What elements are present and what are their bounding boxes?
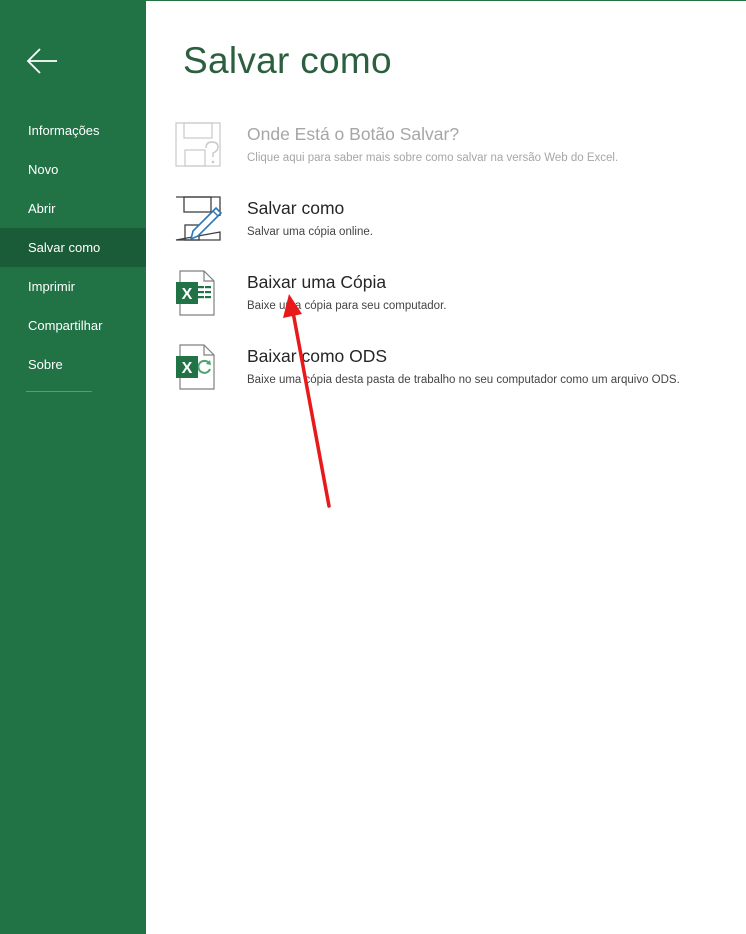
save-help-icon [175, 122, 221, 167]
backstage-sidebar: Informações Novo Abrir Salvar como Impri… [0, 0, 146, 934]
excel-file-icon: X [176, 270, 215, 316]
nav-divider [26, 391, 92, 392]
save-as-icon [175, 196, 223, 241]
svg-text:X: X [182, 286, 193, 303]
option-description: Baixe uma cópia para seu computador. [247, 300, 447, 312]
option-title: Baixar como ODS [247, 346, 388, 366]
option-download-ods[interactable]: X Baixar como ODS Baixe uma cópia desta … [174, 344, 734, 404]
option-download-copy[interactable]: X Baixar uma Cópia Baixe uma cópia para … [174, 270, 734, 330]
option-title: Salvar como [247, 198, 345, 218]
nav-item-novo[interactable]: Novo [0, 150, 146, 189]
option-description: Clique aqui para saber mais sobre como s… [247, 152, 619, 164]
option-title: Onde Está o Botão Salvar? [247, 124, 460, 144]
option-description: Salvar uma cópia online. [247, 226, 373, 238]
nav-item-salvar-como[interactable]: Salvar como [0, 228, 146, 267]
option-where-is-save[interactable]: Onde Está o Botão Salvar? Clique aqui pa… [174, 122, 734, 182]
excel-ods-icon: X [176, 344, 215, 390]
page-title: Salvar como [183, 40, 392, 81]
option-description: Baixe uma cópia desta pasta de trabalho … [247, 374, 680, 386]
nav-item-abrir[interactable]: Abrir [0, 189, 146, 228]
svg-text:X: X [182, 360, 193, 377]
main-panel: Salvar como Onde Está o Botão Salvar? Cl… [146, 0, 746, 934]
backstage-nav: Informações Novo Abrir Salvar como Impri… [0, 111, 146, 384]
back-arrow-icon [26, 48, 57, 74]
option-save-as[interactable]: Salvar como Salvar uma cópia online. [174, 196, 734, 256]
nav-item-imprimir[interactable]: Imprimir [0, 267, 146, 306]
nav-item-compartilhar[interactable]: Compartilhar [0, 306, 146, 345]
nav-item-sobre[interactable]: Sobre [0, 345, 146, 384]
back-button[interactable] [22, 40, 64, 82]
nav-item-informacoes[interactable]: Informações [0, 111, 146, 150]
option-title: Baixar uma Cópia [247, 272, 387, 292]
